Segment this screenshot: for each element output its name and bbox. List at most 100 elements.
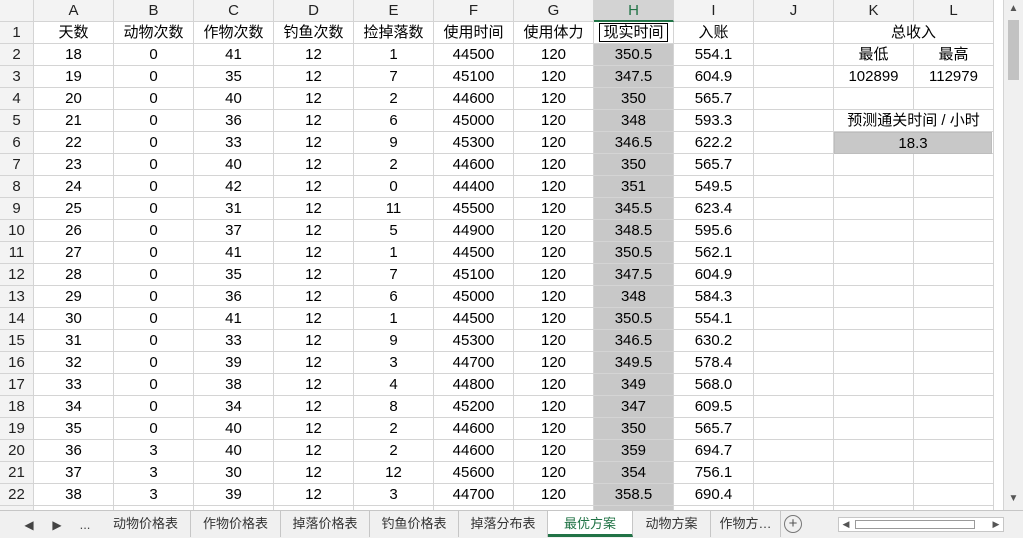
cell[interactable] bbox=[754, 154, 834, 176]
cell[interactable] bbox=[914, 352, 994, 374]
table-cell[interactable]: 351 bbox=[594, 176, 674, 198]
table-cell[interactable]: 349 bbox=[594, 374, 674, 396]
table-cell[interactable]: 45200 bbox=[434, 396, 514, 418]
table-cell[interactable]: 44400 bbox=[434, 176, 514, 198]
cell[interactable] bbox=[914, 286, 994, 308]
table-cell[interactable]: 549.5 bbox=[674, 176, 754, 198]
cell[interactable] bbox=[754, 484, 834, 506]
cell[interactable] bbox=[914, 264, 994, 286]
table-cell[interactable]: 1 bbox=[354, 308, 434, 330]
table-cell[interactable]: 2 bbox=[354, 440, 434, 462]
table-cell[interactable]: 568.0 bbox=[674, 374, 754, 396]
table-cell[interactable]: 0 bbox=[114, 132, 194, 154]
table-cell[interactable]: 36 bbox=[194, 110, 274, 132]
cell[interactable] bbox=[914, 440, 994, 462]
table-cell[interactable]: 12 bbox=[274, 374, 354, 396]
cell[interactable] bbox=[834, 418, 914, 440]
table-cell[interactable]: 44600 bbox=[434, 88, 514, 110]
cell[interactable] bbox=[834, 264, 914, 286]
add-sheet-icon[interactable]: + bbox=[784, 515, 802, 533]
cell[interactable] bbox=[754, 308, 834, 330]
table-cell[interactable]: 0 bbox=[114, 308, 194, 330]
sheet-tab[interactable]: 动物方案 bbox=[633, 511, 711, 537]
table-header-cell[interactable]: 现实时间 bbox=[594, 22, 674, 44]
table-cell[interactable]: 120 bbox=[514, 110, 594, 132]
cell[interactable] bbox=[754, 462, 834, 484]
table-cell[interactable]: 622.2 bbox=[674, 132, 754, 154]
sheet-tab[interactable]: 作物价格表 bbox=[191, 511, 281, 537]
column-header-d[interactable]: D bbox=[274, 0, 354, 22]
table-header-cell[interactable]: 使用时间 bbox=[434, 22, 514, 44]
table-cell[interactable]: 0 bbox=[114, 264, 194, 286]
table-cell[interactable]: 9 bbox=[354, 132, 434, 154]
table-cell[interactable]: 12 bbox=[274, 396, 354, 418]
table-cell[interactable]: 12 bbox=[354, 462, 434, 484]
table-cell[interactable]: 345.5 bbox=[594, 198, 674, 220]
table-cell[interactable]: 2 bbox=[354, 88, 434, 110]
column-header-c[interactable]: C bbox=[194, 0, 274, 22]
sheet-tab[interactable]: 作物方… bbox=[711, 511, 781, 537]
tab-scroll-left-icon[interactable]: ◀ bbox=[18, 515, 40, 535]
horizontal-scrollbar[interactable]: ◀ ▶ bbox=[838, 517, 1004, 532]
table-cell[interactable]: 0 bbox=[114, 418, 194, 440]
table-cell[interactable]: 562.1 bbox=[674, 242, 754, 264]
table-cell[interactable]: 0 bbox=[114, 242, 194, 264]
table-cell[interactable]: 35 bbox=[194, 66, 274, 88]
table-header-cell[interactable]: 捡掉落数 bbox=[354, 22, 434, 44]
table-cell[interactable]: 120 bbox=[514, 396, 594, 418]
table-cell[interactable]: 0 bbox=[114, 330, 194, 352]
row-header[interactable]: 10 bbox=[0, 220, 34, 242]
table-cell[interactable]: 23 bbox=[34, 154, 114, 176]
table-cell[interactable]: 623.4 bbox=[674, 198, 754, 220]
table-cell[interactable]: 347 bbox=[594, 396, 674, 418]
table-cell[interactable]: 45300 bbox=[434, 132, 514, 154]
table-cell[interactable]: 120 bbox=[514, 330, 594, 352]
table-cell[interactable]: 29 bbox=[34, 286, 114, 308]
cell[interactable] bbox=[914, 308, 994, 330]
table-cell[interactable]: 120 bbox=[514, 484, 594, 506]
cell[interactable] bbox=[754, 440, 834, 462]
table-cell[interactable]: 30 bbox=[194, 462, 274, 484]
table-cell[interactable]: 348.5 bbox=[594, 220, 674, 242]
table-cell[interactable]: 44600 bbox=[434, 418, 514, 440]
table-cell[interactable]: 39 bbox=[194, 352, 274, 374]
cell[interactable] bbox=[914, 220, 994, 242]
table-cell[interactable]: 3 bbox=[354, 484, 434, 506]
select-all-corner[interactable] bbox=[0, 0, 34, 22]
table-cell[interactable]: 36 bbox=[34, 440, 114, 462]
table-cell[interactable]: 346.5 bbox=[594, 132, 674, 154]
table-cell[interactable]: 40 bbox=[194, 154, 274, 176]
table-header-cell[interactable]: 天数 bbox=[34, 22, 114, 44]
table-cell[interactable]: 565.7 bbox=[674, 88, 754, 110]
table-cell[interactable]: 347.5 bbox=[594, 264, 674, 286]
cell[interactable] bbox=[914, 198, 994, 220]
table-cell[interactable]: 12 bbox=[274, 462, 354, 484]
row-header[interactable]: 9 bbox=[0, 198, 34, 220]
cell[interactable] bbox=[914, 154, 994, 176]
scroll-right-arrow-icon[interactable]: ▶ bbox=[989, 518, 1003, 531]
row-header[interactable]: 8 bbox=[0, 176, 34, 198]
table-cell[interactable]: 0 bbox=[114, 154, 194, 176]
table-cell[interactable]: 604.9 bbox=[674, 264, 754, 286]
table-cell[interactable]: 358.5 bbox=[594, 484, 674, 506]
table-cell[interactable]: 41 bbox=[194, 44, 274, 66]
table-cell[interactable]: 25 bbox=[34, 198, 114, 220]
table-cell[interactable]: 1 bbox=[354, 242, 434, 264]
table-cell[interactable]: 690.4 bbox=[674, 484, 754, 506]
total-income-label[interactable]: 总收入 bbox=[834, 22, 994, 44]
table-cell[interactable]: 348 bbox=[594, 286, 674, 308]
cell[interactable] bbox=[834, 88, 914, 110]
row-header[interactable]: 14 bbox=[0, 308, 34, 330]
table-cell[interactable]: 30 bbox=[34, 308, 114, 330]
table-cell[interactable]: 28 bbox=[34, 264, 114, 286]
table-cell[interactable]: 39 bbox=[194, 484, 274, 506]
row-header[interactable]: 2 bbox=[0, 44, 34, 66]
cell[interactable] bbox=[834, 462, 914, 484]
table-cell[interactable]: 2 bbox=[354, 418, 434, 440]
table-cell[interactable]: 20 bbox=[34, 88, 114, 110]
spreadsheet-grid[interactable]: A B C D E F G H I J K L 1 天数 动物次数 作物次数 钓鱼次数 捡掉落数 使用时间 使用体力现… bbox=[0, 0, 1003, 510]
table-cell[interactable]: 12 bbox=[274, 220, 354, 242]
sheet-tab[interactable]: 动物价格表 bbox=[101, 511, 191, 537]
table-cell[interactable]: 38 bbox=[34, 484, 114, 506]
sheet-tab[interactable]: 掉落价格表 bbox=[281, 511, 370, 537]
